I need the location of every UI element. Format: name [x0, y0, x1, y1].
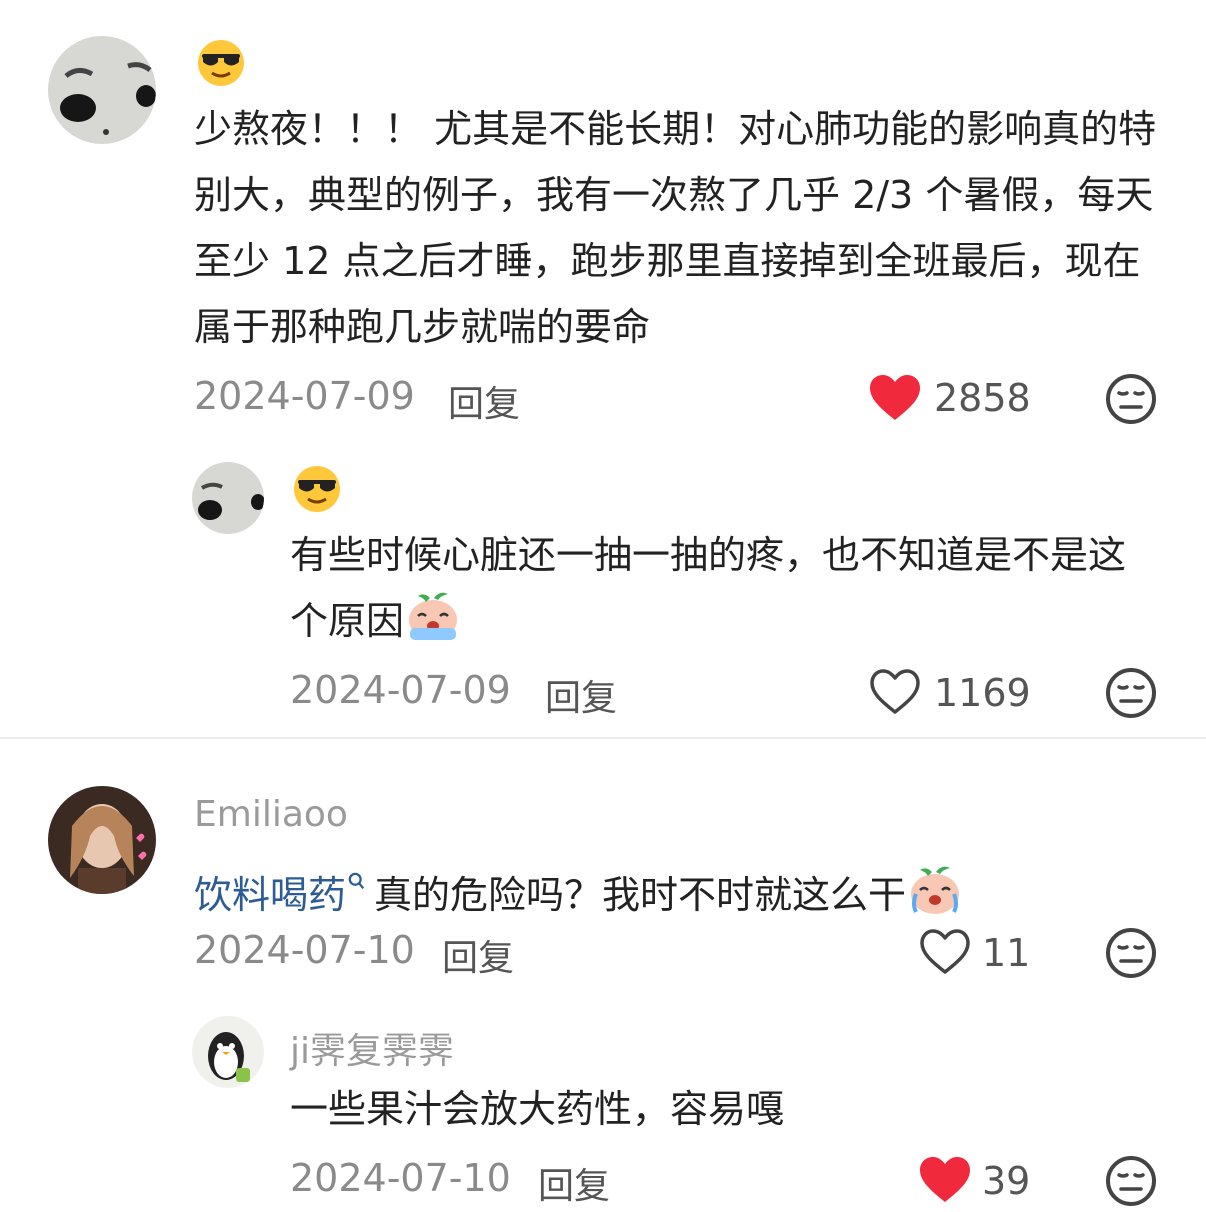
reply-button[interactable]: 回复 [448, 375, 520, 427]
reply-text: 有些时候心脏还一抽一抽的疼，也不知道是不是这个原因 [290, 522, 1150, 662]
expressionless-face-icon[interactable] [1104, 666, 1158, 720]
avatar[interactable] [48, 786, 156, 894]
heart-outline-icon[interactable] [868, 668, 922, 716]
heart-filled-icon[interactable] [868, 374, 922, 422]
comment-date: 2024-07-10 [194, 928, 415, 972]
search-icon[interactable] [348, 846, 366, 912]
reply-button[interactable]: 回复 [538, 1157, 610, 1209]
expressionless-face-icon[interactable] [1104, 372, 1158, 426]
reply-button[interactable]: 回复 [545, 669, 617, 721]
crying-peach-sticker [906, 864, 964, 936]
reply-date: 2024-07-10 [290, 1156, 511, 1200]
reply-text: 一些果汁会放大药性，容易嘎 [290, 1087, 785, 1131]
heart-filled-icon[interactable] [918, 1156, 972, 1204]
crying-peach-sticker [404, 590, 462, 662]
avatar[interactable] [48, 36, 156, 144]
reply-avatar[interactable] [192, 462, 264, 534]
like-count: 2858 [934, 376, 1031, 420]
username[interactable]: Emiliaoo [194, 794, 348, 835]
heart-outline-icon[interactable] [918, 928, 972, 976]
expressionless-face-icon[interactable] [1104, 1154, 1158, 1208]
comment-date: 2024-07-09 [194, 374, 415, 418]
reply-date: 2024-07-09 [290, 668, 511, 712]
comment-text: 饮料喝药 真的危险吗？我时不时就这么干 [194, 846, 1154, 936]
like-count: 1169 [934, 671, 1031, 715]
like-count: 11 [982, 931, 1031, 975]
comment-text: 少熬夜！！！ 尤其是不能长期！对心肺功能的影响真的特别大，典型的例子，我有一次熬… [194, 107, 1157, 349]
username[interactable]: ji霁复霁霁 [290, 1022, 454, 1074]
cool-sunglasses-emoji [196, 38, 246, 88]
search-link[interactable]: 饮料喝药 [194, 873, 346, 917]
like-count: 39 [982, 1159, 1031, 1203]
reply-button[interactable]: 回复 [442, 929, 514, 981]
thread-divider [0, 737, 1206, 739]
expressionless-face-icon[interactable] [1104, 926, 1158, 980]
comment-text-content: 真的危险吗？我时不时就这么干 [374, 873, 907, 917]
cool-sunglasses-emoji [292, 464, 342, 514]
reply-avatar[interactable] [192, 1016, 264, 1088]
